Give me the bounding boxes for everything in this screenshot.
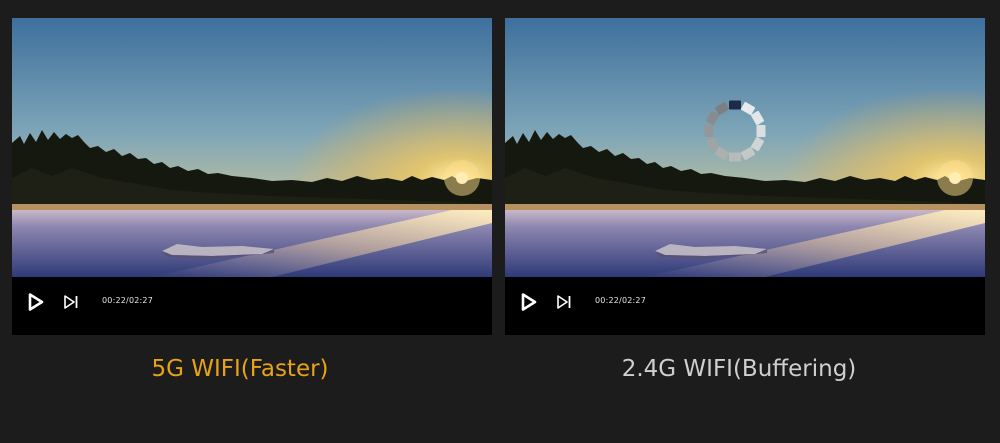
spinner-segment (704, 125, 714, 137)
video-player-24g: 00:22/02:27 (505, 18, 985, 335)
spinner-segment (740, 146, 756, 161)
play-icon (521, 293, 537, 311)
spinner-segment (729, 100, 741, 110)
loading-spinner-icon (699, 95, 771, 167)
video-frame[interactable] (505, 18, 985, 277)
play-button[interactable] (518, 292, 538, 312)
spinner-segment (756, 125, 766, 137)
skip-next-icon (557, 295, 571, 309)
control-bar: 00:22/02:27 (12, 277, 492, 335)
playback-time: 00:22/02:27 (102, 296, 154, 305)
skip-next-button[interactable] (555, 293, 573, 311)
spinner-segment (729, 152, 741, 162)
control-bar: 00:22/02:27 (505, 277, 985, 335)
spinner-segment (714, 146, 730, 161)
playback-time: 00:22/02:27 (595, 296, 647, 305)
caption-5g: 5G WIFI(Faster) (151, 356, 329, 382)
play-icon (28, 293, 44, 311)
spinner-segment (714, 101, 730, 116)
spinner-segment (705, 136, 720, 152)
video-player-5g: 00:22/02:27 (12, 18, 492, 335)
spinner-segment (750, 110, 765, 126)
spinner-segment (740, 101, 756, 116)
winter-lake-scene (12, 18, 492, 277)
spinner-segment (705, 110, 720, 126)
caption-24g: 2.4G WIFI(Buffering) (621, 356, 857, 382)
video-frame[interactable] (12, 18, 492, 277)
comparison-page: 00:22/02:27 00:22/02:27 5G WIFI(Faster) … (0, 0, 1000, 443)
skip-next-icon (64, 295, 78, 309)
spinner-segment (750, 136, 765, 152)
skip-next-button[interactable] (62, 293, 80, 311)
play-button[interactable] (25, 292, 45, 312)
